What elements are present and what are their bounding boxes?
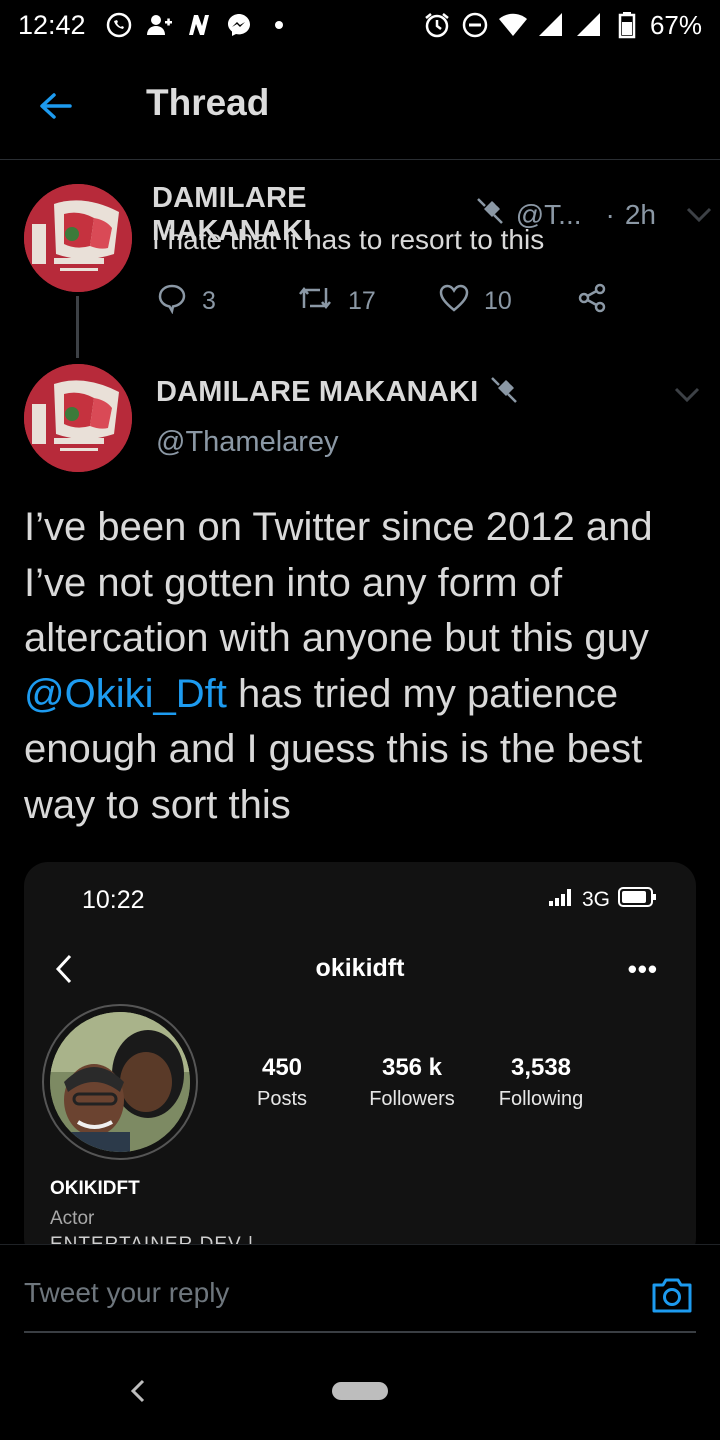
chevron-down-icon[interactable] xyxy=(686,199,712,232)
tweet-actions: 3 17 10 xyxy=(152,282,622,318)
followers-count: 356 k xyxy=(381,1054,443,1081)
reply-underline xyxy=(24,1331,696,1333)
status-time: 12:42 xyxy=(18,9,86,40)
home-pill[interactable] xyxy=(332,1382,388,1400)
more-icon: ••• xyxy=(627,954,658,984)
nav-back-icon[interactable] xyxy=(128,1378,148,1404)
signal-icon xyxy=(574,10,604,40)
followers-label: Followers xyxy=(369,1088,455,1110)
camera-icon[interactable] xyxy=(650,1275,694,1315)
tweet-text: I hate that it has to resort to this xyxy=(152,224,545,255)
system-icons: 67% xyxy=(422,10,702,41)
notification-icons xyxy=(104,10,294,40)
reply-count: 3 xyxy=(202,287,216,315)
heart-icon xyxy=(438,282,470,321)
page-title: Thread xyxy=(146,82,270,123)
profile-category: Actor xyxy=(50,1208,95,1229)
tweet-text: I’ve been on Twitter since 2012 and I’ve… xyxy=(24,500,704,833)
posts-count: 450 xyxy=(261,1054,303,1081)
n-app-icon xyxy=(184,10,214,40)
time-separator: · xyxy=(605,199,615,230)
chevron-down-icon[interactable] xyxy=(674,386,700,409)
avatar[interactable] xyxy=(24,364,132,472)
retweet-count: 17 xyxy=(348,287,376,315)
whatsapp-icon xyxy=(104,10,134,40)
signal-icon xyxy=(536,10,566,40)
timestamp: 2h xyxy=(624,199,656,230)
profile-avatar xyxy=(50,1012,190,1152)
reply-bar: Tweet your reply xyxy=(0,1244,720,1336)
reply-icon xyxy=(156,282,188,321)
mention-link[interactable]: @Okiki_Dft xyxy=(24,672,227,716)
thread-connector xyxy=(76,296,79,358)
messenger-icon xyxy=(224,10,254,40)
like-count: 10 xyxy=(484,287,512,315)
embedded-status-time: 10:22 xyxy=(82,886,145,914)
embedded-username: okikidft xyxy=(315,954,405,982)
posts-stat: 450 Posts xyxy=(240,1054,324,1111)
dot-icon xyxy=(264,10,294,40)
posts-label: Posts xyxy=(256,1088,308,1110)
network-type: 3G xyxy=(581,888,610,911)
back-arrow-icon[interactable] xyxy=(36,86,76,126)
reply-button[interactable]: 3 xyxy=(156,282,216,321)
following-stat: 3,538 Following xyxy=(488,1054,594,1111)
tweet-header: DAMILARE MAKANAKI xyxy=(156,374,520,411)
tweet-text-start: I’ve been on Twitter since 2012 and I’ve… xyxy=(24,505,653,660)
embedded-status-icons: 3G xyxy=(548,886,658,914)
handle[interactable]: @Thamelarey xyxy=(156,426,339,459)
attached-image[interactable]: 10:22 3G okikidft ••• 450 Posts 356 k Fo… xyxy=(24,862,696,1262)
share-icon xyxy=(576,282,608,321)
reply-input[interactable]: Tweet your reply xyxy=(24,1277,229,1309)
following-label: Following xyxy=(498,1088,584,1110)
battery-icon xyxy=(618,886,658,914)
plug-icon xyxy=(488,374,520,411)
battery-percent: 67% xyxy=(649,9,702,40)
system-nav-bar xyxy=(0,1340,720,1440)
display-name[interactable]: DAMILARE MAKANAKI xyxy=(156,376,478,409)
share-button[interactable] xyxy=(576,282,608,321)
retweet-button[interactable]: 17 xyxy=(296,282,376,321)
signal-bars-icon xyxy=(548,887,574,913)
app-header: Thread xyxy=(0,50,720,160)
retweet-icon xyxy=(296,282,334,321)
wifi-icon xyxy=(498,10,528,40)
like-button[interactable]: 10 xyxy=(438,282,512,321)
do-not-disturb-icon xyxy=(460,10,490,40)
profile-name: OKIKIDFT xyxy=(50,1178,140,1199)
following-count: 3,538 xyxy=(510,1054,572,1081)
add-user-icon xyxy=(144,10,174,40)
battery-icon xyxy=(612,10,642,40)
alarm-icon xyxy=(422,10,452,40)
status-bar: 12:42 67% xyxy=(0,0,720,50)
followers-stat: 356 k Followers xyxy=(360,1054,464,1111)
avatar[interactable] xyxy=(24,184,132,292)
